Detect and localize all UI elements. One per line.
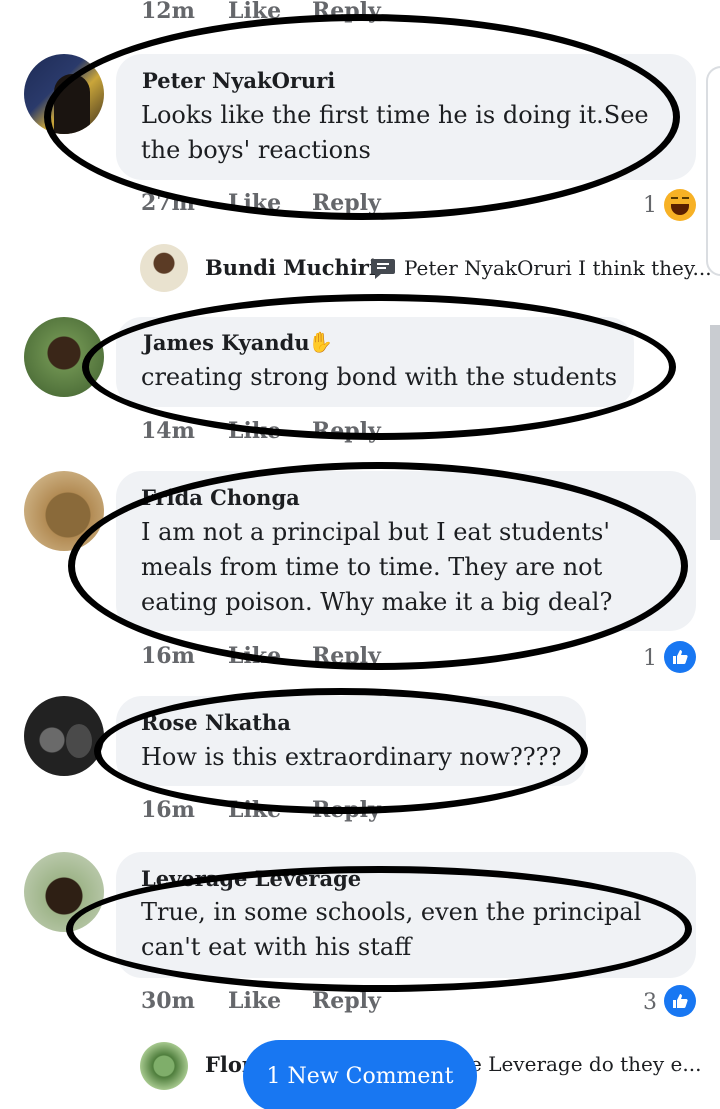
reply-preview-text[interactable]: Peter NyakOruri I think they... xyxy=(404,256,712,280)
haha-mouth-icon xyxy=(671,204,689,215)
avatar[interactable] xyxy=(24,852,104,932)
haha-eye-icon xyxy=(671,197,678,201)
comment-author[interactable]: Leverage Leverage xyxy=(141,866,361,891)
reply-avatar[interactable] xyxy=(140,1042,188,1090)
avatar[interactable] xyxy=(24,696,104,776)
comment-text-line: I am not a principal but I eat students' xyxy=(141,518,610,546)
reply-link[interactable]: Reply xyxy=(312,418,381,444)
avatar-figure xyxy=(54,74,90,134)
like-link[interactable]: Like xyxy=(228,0,281,24)
reply-link[interactable]: Reply xyxy=(312,643,381,669)
avatar-face xyxy=(66,724,92,758)
reaction-count[interactable]: 1 xyxy=(643,646,657,671)
comment-author[interactable]: Frida Chonga xyxy=(141,485,300,510)
avatar[interactable] xyxy=(24,471,104,551)
reply-bubble-icon xyxy=(371,259,395,279)
avatar[interactable] xyxy=(24,317,104,397)
comment-time: 16m xyxy=(141,797,195,823)
thumbs-up-icon xyxy=(673,650,688,664)
reply-avatar[interactable] xyxy=(140,244,188,292)
comment-text-line: creating strong bond with the students xyxy=(141,363,618,391)
comment-time: 30m xyxy=(141,988,195,1014)
like-reaction-icon[interactable] xyxy=(664,641,696,673)
like-reaction-icon[interactable] xyxy=(664,985,696,1017)
scrollbar[interactable] xyxy=(710,325,720,540)
thumbs-up-icon xyxy=(673,994,688,1008)
reply-author[interactable]: Bundi Muchiri xyxy=(205,255,377,280)
haha-reaction-icon[interactable] xyxy=(664,189,696,221)
wave-badge-icon: ✋ xyxy=(308,330,333,354)
avatar[interactable] xyxy=(24,54,104,134)
comment-text-line: Looks like the first time he is doing it… xyxy=(141,101,649,129)
comment-text-line: True, in some schools, even the principa… xyxy=(141,898,642,926)
like-link[interactable]: Like xyxy=(228,643,281,669)
reply-link[interactable]: Reply xyxy=(312,797,381,823)
reply-preview-text[interactable]: e Leverage do they e... xyxy=(470,1052,701,1076)
comment-text-line: the boys' reactions xyxy=(141,136,371,164)
reply-link[interactable]: Reply xyxy=(312,0,381,24)
comment-text-line: How is this extraordinary now???? xyxy=(141,743,562,771)
new-comment-button[interactable]: 1 New Comment xyxy=(243,1040,477,1109)
comment-text-line: eating poison. Why make it a big deal? xyxy=(141,588,613,616)
side-panel-edge xyxy=(706,66,720,276)
haha-eye-icon xyxy=(682,197,689,201)
like-link[interactable]: Like xyxy=(228,797,281,823)
reply-link[interactable]: Reply xyxy=(312,988,381,1014)
like-link[interactable]: Like xyxy=(228,988,281,1014)
like-link[interactable]: Like xyxy=(228,190,281,216)
comment-time: 14m xyxy=(141,418,195,444)
comment-text-line: can't eat with his staff xyxy=(141,933,412,961)
reaction-count[interactable]: 1 xyxy=(643,193,657,218)
comment-author[interactable]: James Kyandu xyxy=(143,330,310,355)
comment-time: 12m xyxy=(141,0,195,24)
reply-link[interactable]: Reply xyxy=(312,190,381,216)
comment-author[interactable]: Peter NyakOruri xyxy=(142,68,335,93)
reaction-count[interactable]: 3 xyxy=(643,990,657,1015)
comment-author[interactable]: Rose Nkatha xyxy=(141,710,291,735)
comment-time: 27m xyxy=(141,190,195,216)
comment-text-line: meals from time to time. They are not xyxy=(141,553,603,581)
comment-time: 16m xyxy=(141,643,195,669)
like-link[interactable]: Like xyxy=(228,418,281,444)
